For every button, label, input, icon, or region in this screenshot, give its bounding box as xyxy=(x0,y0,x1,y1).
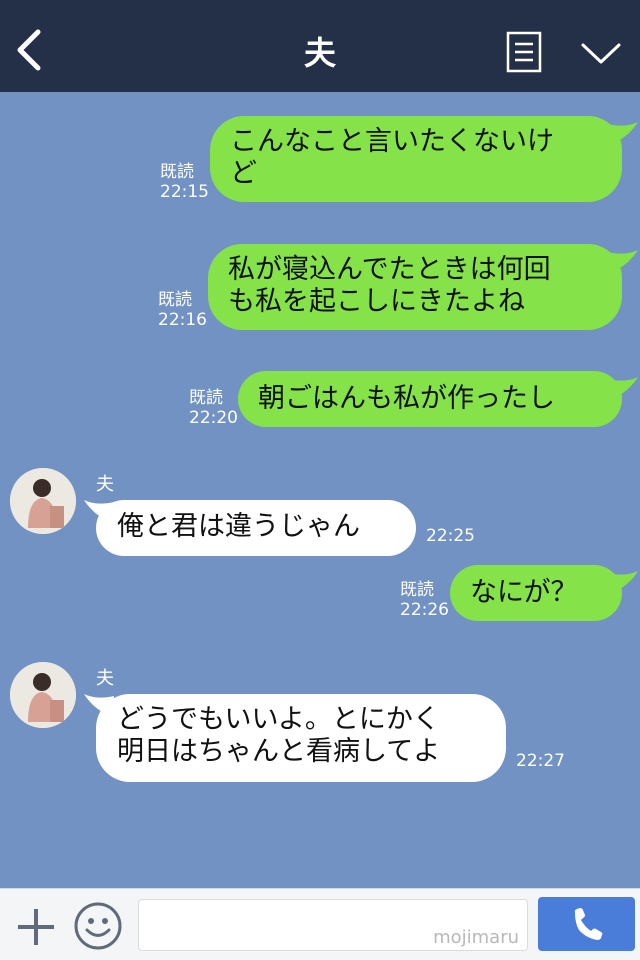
message-bubble-outgoing[interactable]: なにが？ xyxy=(450,565,622,621)
chat-area[interactable]: 既読 22:15 こんなこと言いたくないけ ど 既読 22:16 私が寝込んでた… xyxy=(0,92,640,888)
read-label: 既読 xyxy=(160,162,194,182)
avatar-image xyxy=(10,468,76,534)
emoji-icon xyxy=(74,902,122,950)
message-time: 22:15 xyxy=(160,182,209,202)
message-bubble-outgoing[interactable]: 朝ごはんも私が作ったし xyxy=(238,371,622,427)
add-button[interactable] xyxy=(14,905,58,949)
message-line: 俺と君は違うじゃん xyxy=(117,511,360,542)
bubble-tail xyxy=(608,571,638,595)
bubble-tail xyxy=(608,122,638,146)
input-bar: mojimaru xyxy=(0,888,640,960)
message-bubble-outgoing[interactable]: こんなこと言いたくないけ ど xyxy=(210,116,622,202)
avatar[interactable] xyxy=(10,662,76,728)
message-time: 22:27 xyxy=(516,751,565,771)
read-label: 既読 xyxy=(158,290,192,310)
read-label: 既読 xyxy=(400,580,434,600)
message-input[interactable]: mojimaru xyxy=(138,899,528,951)
sender-name: 夫 xyxy=(96,668,114,689)
chat-header: 夫 xyxy=(0,0,640,92)
chat-title: 夫 xyxy=(303,34,336,72)
message-bubble-outgoing[interactable]: 私が寝込んでたときは何回 も私を起こしにきたよね xyxy=(208,244,622,330)
read-receipt: 既読 22:20 xyxy=(189,388,238,428)
avatar[interactable] xyxy=(10,468,76,534)
watermark: mojimaru xyxy=(433,927,519,948)
sender-name: 夫 xyxy=(96,474,114,495)
call-button[interactable] xyxy=(538,897,635,951)
list-icon xyxy=(506,31,542,73)
message-line: ど xyxy=(230,158,257,189)
phone-icon xyxy=(574,908,603,940)
expand-button[interactable] xyxy=(580,38,622,68)
plus-icon xyxy=(18,909,54,945)
message-line: 私が寝込んでたときは何回 xyxy=(228,254,551,285)
message-line: 朝ごはんも私が作ったし xyxy=(258,383,555,414)
message-line: なにが？ xyxy=(470,577,578,608)
read-receipt: 既読 22:15 xyxy=(160,162,209,202)
emoji-button[interactable] xyxy=(73,901,123,951)
message-time: 22:16 xyxy=(158,310,207,330)
message-time: 22:25 xyxy=(426,526,475,546)
bubble-tail xyxy=(608,250,638,274)
message-bubble-incoming[interactable]: どうでもいいよ。とにかく 明日はちゃんと看病してよ xyxy=(96,694,506,782)
chevron-down-icon xyxy=(581,43,621,64)
menu-button[interactable] xyxy=(506,31,542,73)
read-receipt: 既読 22:26 xyxy=(400,580,449,620)
message-line: どうでもいいよ。とにかく xyxy=(117,704,440,735)
avatar-image xyxy=(10,662,76,728)
read-receipt: 既読 22:16 xyxy=(158,290,207,330)
message-bubble-incoming[interactable]: 俺と君は違うじゃん xyxy=(96,500,416,556)
bubble-tail xyxy=(608,377,638,401)
message-time: 22:20 xyxy=(189,408,238,428)
message-line: も私を起こしにきたよね xyxy=(228,286,525,317)
message-line: こんなこと言いたくないけ xyxy=(230,126,554,157)
message-time: 22:26 xyxy=(400,600,449,620)
message-line: 明日はちゃんと看病してよ xyxy=(117,736,441,767)
read-label: 既読 xyxy=(189,388,223,408)
